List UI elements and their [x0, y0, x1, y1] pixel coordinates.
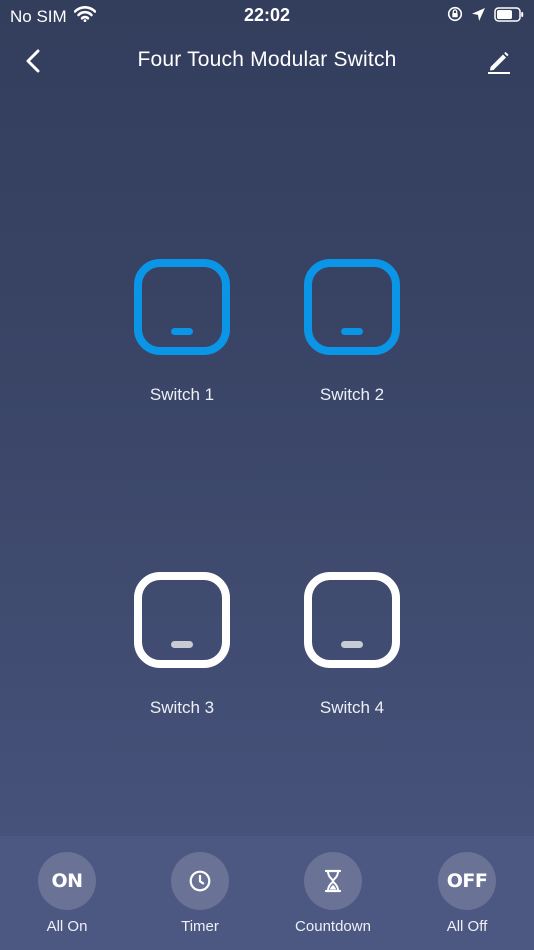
switch-4-icon: [304, 572, 400, 668]
switch-4[interactable]: Switch 4: [280, 572, 420, 732]
all-off-icon: OFF: [438, 852, 496, 910]
all-on-label: All On: [46, 918, 88, 935]
bottom-action-bar: ON All On Timer Countdown OFF All Off: [0, 836, 534, 950]
switch-2-icon: [304, 259, 400, 355]
switch-3-label: Switch 3: [149, 698, 215, 717]
timer-button[interactable]: Timer: [145, 852, 255, 942]
all-on-button[interactable]: ON All On: [12, 852, 122, 942]
status-bar: No SIM 22:02: [0, 0, 534, 32]
countdown-label: Countdown: [295, 918, 371, 935]
clock-icon: [171, 852, 229, 910]
page-title: Four Touch Modular Switch: [137, 48, 397, 71]
switch-3-indicator: [171, 641, 193, 648]
switch-3[interactable]: Switch 3: [110, 572, 250, 732]
all-off-label: All Off: [446, 918, 488, 935]
all-off-button[interactable]: OFF All Off: [412, 852, 522, 942]
edit-button[interactable]: [484, 46, 514, 76]
switch-1[interactable]: Switch 1: [110, 259, 250, 419]
timer-label: Timer: [181, 918, 219, 935]
orientation-lock-icon: [447, 6, 463, 27]
switch-1-label: Switch 1: [149, 385, 215, 404]
battery-icon: [494, 6, 524, 27]
switch-2[interactable]: Switch 2: [280, 259, 420, 419]
switch-2-indicator: [341, 328, 363, 335]
nav-bar: Four Touch Modular Switch: [0, 38, 534, 84]
countdown-button[interactable]: Countdown: [278, 852, 388, 942]
switch-1-indicator: [171, 328, 193, 335]
pencil-icon: [488, 51, 510, 74]
hourglass-icon: [304, 852, 362, 910]
switch-3-icon: [134, 572, 230, 668]
switch-2-label: Switch 2: [319, 385, 385, 404]
switch-4-indicator: [341, 641, 363, 648]
location-arrow-icon: [471, 7, 486, 27]
all-on-icon: ON: [38, 852, 96, 910]
switch-4-label: Switch 4: [319, 698, 385, 717]
status-icons: [447, 6, 524, 27]
switch-1-icon: [134, 259, 230, 355]
